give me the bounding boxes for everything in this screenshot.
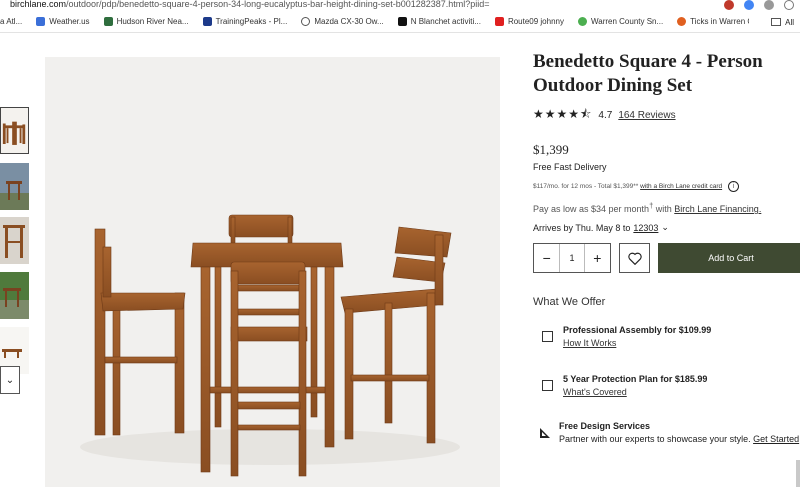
url-text[interactable]: birchlane.com/outdoor/pdp/benedetto-squa…: [10, 0, 490, 9]
design-services: Free Design Services Partner with our ex…: [539, 421, 799, 444]
bookmarks-bar: a Atl... Weather.us Hudson River Nea... …: [0, 11, 800, 33]
finance-text: $117/mo. for 12 mos - Total $1,399**: [533, 183, 639, 190]
share-icon[interactable]: [764, 0, 774, 10]
thumbnail-4[interactable]: [0, 272, 29, 319]
page-scrollbar[interactable]: [796, 460, 800, 487]
youtube-icon: [494, 17, 504, 26]
product-details: Benedetto Square 4 - Person Outdoor Dini…: [533, 50, 800, 444]
bookmark-item[interactable]: Mazda CX-30 Ow...: [301, 17, 384, 26]
thumbnail-3[interactable]: [0, 217, 29, 264]
extension-icon[interactable]: [724, 0, 734, 10]
dining-set-illustration: [80, 214, 460, 477]
bookmark-item[interactable]: Ticks in Warren C...: [677, 17, 760, 26]
strava-icon: [397, 17, 407, 26]
increase-quantity-button[interactable]: +: [585, 250, 610, 266]
zip-code-link[interactable]: 12303: [633, 223, 658, 233]
product-price: $1,399: [533, 142, 569, 157]
product-image[interactable]: [45, 57, 500, 487]
google-icon[interactable]: [744, 0, 754, 10]
thumbnail-image: [0, 272, 29, 319]
add-to-cart-button[interactable]: Add to Cart: [658, 243, 800, 273]
product-rating[interactable]: ★★★★⯪ 4.7 164 Reviews: [533, 105, 800, 126]
bookmark-item[interactable]: a Atl...: [0, 17, 22, 26]
favorite-button[interactable]: [619, 243, 650, 273]
bookmark-item[interactable]: N Blanchet activiti...: [397, 17, 481, 26]
thumbnail-image: [2, 121, 26, 145]
thumbnail-image: [0, 163, 29, 210]
thumbnails-scroll-down-button[interactable]: ⌄: [0, 366, 20, 394]
credit-card-link[interactable]: with a Birch Lane credit card: [640, 183, 722, 190]
folder-icon: [771, 18, 782, 26]
reviews-link[interactable]: 164 Reviews: [618, 110, 675, 121]
bookmark-item[interactable]: Hudson River Nea...: [103, 17, 189, 26]
whats-covered-link[interactable]: What's Covered: [563, 387, 707, 397]
address-bar[interactable]: birchlane.com/outdoor/pdp/benedetto-squa…: [0, 0, 800, 11]
purchase-controls: − 1 + Add to Cart: [533, 243, 800, 273]
bookmark-item[interactable]: Warren County Sn...: [577, 17, 663, 26]
bookmark-item[interactable]: TrainingPeaks - Pl...: [202, 17, 287, 26]
protection-offer: 5 Year Protection Plan for $185.99 What'…: [533, 374, 707, 397]
decrease-quantity-button[interactable]: −: [534, 250, 559, 266]
design-services-icon: [540, 428, 550, 438]
get-started-link[interactable]: Get Started: [753, 434, 799, 444]
bookmark-item[interactable]: Route09 johnny: [494, 17, 564, 26]
credit-card-offer: $117/mo. for 12 mos - Total $1,399** wit…: [533, 181, 800, 192]
weather-icon: [36, 17, 46, 26]
chevron-down-icon: ⌄: [5, 374, 15, 386]
thumbnail-1[interactable]: [0, 107, 29, 154]
star-rating-icon: ★★★★⯪: [533, 107, 593, 121]
product-title: Benedetto Square 4 - Person Outdoor Dini…: [533, 51, 763, 96]
assembly-checkbox[interactable]: [542, 331, 553, 342]
ticks-icon: [677, 17, 687, 26]
all-bookmarks[interactable]: All: [749, 11, 800, 32]
hudson-river-icon: [103, 17, 113, 26]
quantity-value[interactable]: 1: [559, 244, 585, 272]
thumbnail-image: [0, 217, 29, 264]
design-services-title: Free Design Services: [559, 421, 651, 431]
browser-extension-icons: [724, 0, 800, 10]
financing-offer: Pay as low as $34 per month† with Birch …: [533, 201, 762, 214]
assembly-offer: Professional Assembly for $109.99 How It…: [533, 325, 711, 348]
chevron-down-icon[interactable]: ⌄: [661, 222, 669, 233]
warren-county-icon: [577, 17, 587, 26]
info-icon[interactable]: i: [728, 181, 740, 192]
mazda-icon: [301, 17, 311, 26]
star-icon[interactable]: [784, 0, 794, 10]
assembly-title: Professional Assembly for $109.99: [563, 325, 712, 335]
heart-icon: [627, 252, 642, 265]
rating-value: 4.7: [598, 110, 613, 121]
how-it-works-link[interactable]: How It Works: [563, 338, 711, 348]
protection-title: 5 Year Protection Plan for $185.99: [563, 374, 708, 384]
thumbnail-2[interactable]: [0, 163, 29, 210]
delivery-info: Free Fast Delivery: [533, 162, 607, 172]
financing-link[interactable]: Birch Lane Financing.: [674, 204, 761, 214]
offers-heading: What We Offer: [533, 296, 606, 308]
protection-checkbox[interactable]: [542, 380, 553, 391]
arrival-estimate: Arrives by Thu. May 8 to 12303 ⌄: [533, 222, 669, 233]
bookmark-item[interactable]: Weather.us: [36, 17, 90, 26]
design-services-text: Partner with our experts to showcase you…: [559, 434, 754, 444]
trainingpeaks-icon: [202, 17, 212, 26]
quantity-stepper[interactable]: − 1 +: [533, 243, 611, 273]
